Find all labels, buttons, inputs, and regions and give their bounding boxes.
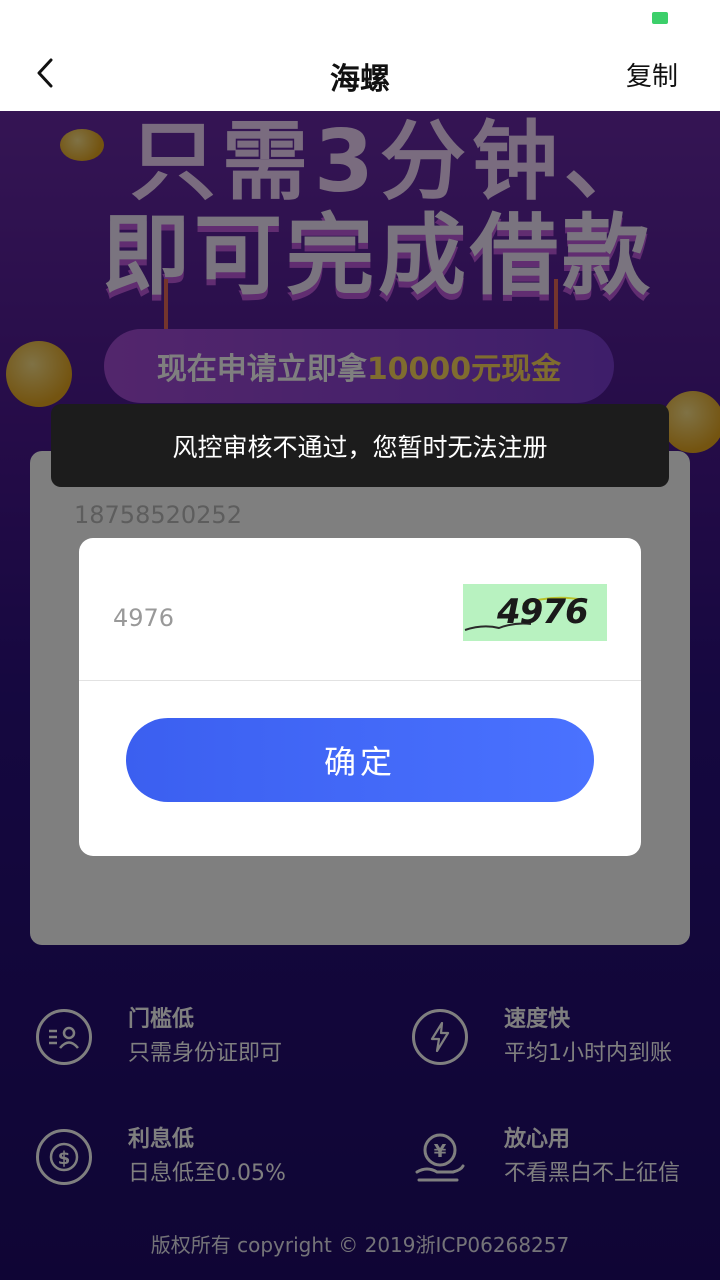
captcha-input[interactable] bbox=[113, 598, 413, 638]
page-title: 海螺 bbox=[330, 62, 390, 97]
error-toast: 风控审核不通过，您暂时无法注册 bbox=[51, 404, 669, 487]
status-bar bbox=[0, 0, 720, 36]
captcha-dialog: 4976 确定 bbox=[79, 538, 641, 856]
captcha-input-row: 4976 bbox=[79, 538, 641, 681]
navigation-bar: 海螺 复制 bbox=[0, 36, 720, 111]
copy-button[interactable]: 复制 bbox=[626, 56, 678, 93]
captcha-image[interactable]: 4976 bbox=[463, 584, 607, 641]
captcha-code: 4976 bbox=[497, 592, 589, 632]
battery-icon bbox=[652, 12, 668, 24]
confirm-button[interactable]: 确定 bbox=[126, 718, 594, 802]
